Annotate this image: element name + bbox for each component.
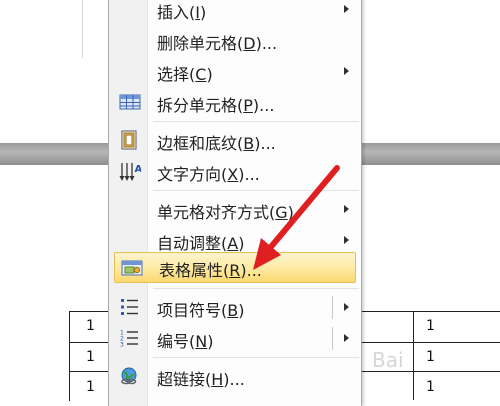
watermark: Bai	[372, 348, 404, 372]
annotation-arrow	[253, 165, 340, 270]
